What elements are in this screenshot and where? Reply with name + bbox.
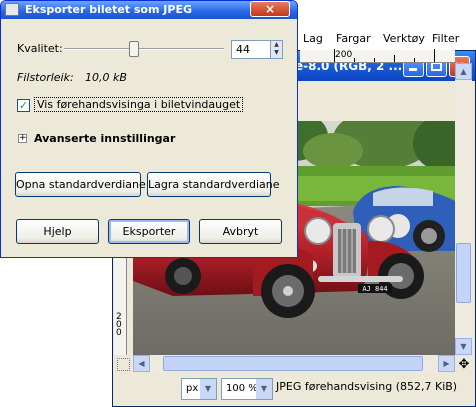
minimize-icon: [409, 68, 417, 71]
quality-slider[interactable]: [64, 48, 224, 50]
dialog-title: Eksporter biletet som JPEG: [25, 3, 192, 16]
vertical-scrollbar[interactable]: ▲ ▼: [455, 63, 472, 355]
preview-label[interactable]: Vis førehandsvisinga i biletvindauget: [34, 97, 244, 112]
quick-mask-toggle[interactable]: [117, 358, 130, 371]
chevron-down-icon: ▼: [256, 379, 272, 399]
advanced-options-expander[interactable]: Avanserte innstillingar: [34, 132, 175, 145]
scroll-up-icon[interactable]: ▲: [455, 63, 472, 80]
scroll-right-icon[interactable]: ▶: [438, 355, 455, 372]
close-icon: ×: [264, 2, 276, 16]
save-defaults-button[interactable]: Lagra standardverdiane: [147, 172, 280, 197]
navigate-icon[interactable]: ✥: [456, 357, 472, 373]
dialog-close-button[interactable]: ×: [250, 1, 290, 17]
menu-lag[interactable]: Lag: [303, 32, 323, 45]
quality-slider-thumb[interactable]: [129, 41, 139, 57]
status-text: JPEG førehandsvising (852,7 KiB): [276, 380, 458, 393]
export-jpeg-dialog: Eksporter biletet som JPEG × Kvalitet: 4…: [0, 0, 298, 258]
export-button[interactable]: Eksporter: [108, 219, 190, 244]
quality-spinbutton[interactable]: 44 ▲ ▼: [231, 40, 283, 59]
zoom-value: 100 %: [226, 383, 258, 394]
cancel-button[interactable]: Avbryt: [199, 219, 282, 244]
license-plate: AJ 844: [362, 285, 387, 293]
horizontal-ruler: 200: [300, 49, 455, 63]
horizontal-scrollbar[interactable]: ◀ ▶: [133, 355, 455, 372]
filesize-value: 10,0 kB: [85, 71, 127, 84]
unit-select[interactable]: px ▼: [181, 378, 217, 400]
spin-down-icon[interactable]: ▼: [270, 49, 282, 58]
zoom-select[interactable]: 100 % ▼: [221, 378, 273, 400]
horizontal-scroll-thumb[interactable]: [163, 356, 423, 371]
app-icon: [5, 3, 19, 16]
expand-plus-icon[interactable]: +: [18, 134, 27, 143]
vertical-scroll-thumb[interactable]: [456, 243, 471, 303]
dialog-titlebar[interactable]: Eksporter biletet som JPEG ×: [1, 1, 297, 19]
ruler-v-label: 200: [116, 312, 122, 338]
help-button[interactable]: Hjelp: [16, 219, 99, 244]
scroll-down-icon[interactable]: ▼: [455, 338, 472, 355]
filesize-label: Filstorleik:: [17, 71, 74, 84]
status-bar: px ▼ 100 % ▼ JPEG førehandsvising (852,7…: [113, 374, 475, 406]
ruler-h-label: 200: [335, 50, 353, 60]
quality-value: 44: [236, 43, 250, 56]
menu-filter[interactable]: Filter: [432, 32, 459, 45]
menu-fargar[interactable]: Fargar: [336, 32, 371, 45]
menu-verktoy[interactable]: Verktøy: [383, 32, 425, 45]
load-defaults-button[interactable]: Opna standardverdiane: [15, 172, 146, 197]
unit-value: px: [186, 383, 199, 394]
scroll-left-icon[interactable]: ◀: [133, 355, 150, 372]
quality-label: Kvalitet:: [17, 42, 63, 55]
preview-checkbox[interactable]: ✓: [17, 99, 30, 112]
chevron-down-icon: ▼: [200, 379, 216, 399]
checkmark-icon: ✓: [18, 99, 29, 112]
